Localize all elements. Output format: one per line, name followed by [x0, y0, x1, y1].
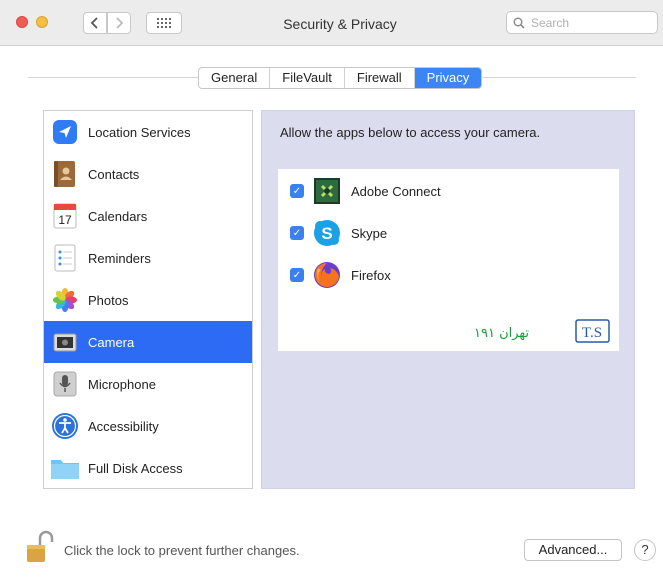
minimize-window-button[interactable]	[36, 16, 48, 28]
calendar-icon: 17	[50, 201, 80, 231]
search-placeholder: Search	[531, 15, 570, 30]
app-row-skype: ✓ S Skype	[278, 213, 619, 253]
sidebar-item-full-disk-access[interactable]: Full Disk Access	[44, 447, 252, 489]
show-all-button[interactable]	[146, 12, 182, 34]
sidebar-item-label: Microphone	[88, 376, 156, 392]
privacy-category-list: Location Services Contacts 17 Calendars …	[43, 110, 253, 489]
back-button[interactable]	[83, 12, 107, 34]
sidebar-item-label: Reminders	[88, 250, 151, 266]
lock-open-icon	[27, 530, 54, 562]
watermark-logo: تهران ۱۹۱ T.S	[472, 318, 612, 344]
tab-privacy[interactable]: Privacy	[414, 68, 482, 88]
chevron-left-icon	[90, 17, 98, 29]
advanced-button[interactable]: Advanced...	[524, 539, 622, 561]
adobe-connect-checkbox[interactable]: ✓	[290, 184, 304, 198]
sidebar-item-label: Calendars	[88, 208, 148, 224]
tab-filevault[interactable]: FileVault	[270, 68, 345, 88]
svg-text:S: S	[321, 224, 332, 243]
sidebar-item-location-services[interactable]: Location Services	[44, 111, 252, 153]
sidebar-item-label: Camera	[88, 334, 135, 350]
lock-status-text: Click the lock to prevent further change…	[64, 543, 300, 558]
microphone-icon	[50, 369, 80, 399]
sidebar-item-label: Contacts	[88, 166, 140, 182]
tab-bar: General FileVault Firewall Privacy	[198, 67, 483, 89]
skype-checkbox[interactable]: ✓	[290, 226, 304, 240]
sidebar-item-label: Location Services	[88, 124, 191, 140]
tab-firewall[interactable]: Firewall	[345, 68, 415, 88]
lock-button[interactable]	[26, 530, 54, 564]
adobe-connect-icon	[312, 176, 342, 206]
window-titlebar: Security & Privacy Search	[0, 0, 663, 46]
app-label: Adobe Connect	[351, 183, 441, 199]
reminders-list-icon	[50, 243, 80, 273]
close-window-button[interactable]	[16, 16, 28, 28]
search-field[interactable]: Search	[506, 11, 658, 34]
sidebar-item-label: Accessibility	[88, 418, 159, 434]
app-label: Skype	[351, 225, 388, 241]
search-icon	[513, 17, 525, 29]
location-arrow-icon	[50, 117, 80, 147]
app-row-adobe-connect: ✓ Adobe Connect	[278, 171, 619, 211]
svg-text:17: 17	[58, 213, 72, 227]
app-row-firefox: ✓ Firefox	[278, 255, 619, 295]
sidebar-item-accessibility[interactable]: Accessibility	[44, 405, 252, 447]
svg-text:T.S: T.S	[582, 325, 602, 341]
camera-permissions-panel: Allow the apps below to access your came…	[261, 110, 635, 489]
svg-text:تهران ۱۹۱: تهران ۱۹۱	[474, 326, 529, 341]
contacts-book-icon	[50, 159, 80, 189]
sidebar-item-label: Full Disk Access	[88, 460, 183, 476]
app-label: Firefox	[351, 267, 391, 283]
help-button[interactable]: ?	[634, 539, 656, 561]
window-title: Security & Privacy	[283, 16, 397, 32]
sidebar-item-label: Photos	[88, 292, 129, 308]
tab-general[interactable]: General	[199, 68, 271, 88]
camera-icon	[50, 327, 80, 357]
photos-flower-icon	[50, 285, 80, 315]
accessibility-icon	[50, 411, 80, 441]
sidebar-item-microphone[interactable]: Microphone	[44, 363, 252, 405]
grid-icon	[157, 18, 171, 28]
chevron-right-icon	[116, 17, 124, 29]
sidebar-item-contacts[interactable]: Contacts	[44, 153, 252, 195]
sidebar-item-photos[interactable]: Photos	[44, 279, 252, 321]
firefox-checkbox[interactable]: ✓	[290, 268, 304, 282]
sidebar-item-camera[interactable]: Camera	[44, 321, 252, 363]
folder-icon	[50, 453, 80, 483]
firefox-icon	[312, 260, 342, 290]
forward-button[interactable]	[107, 12, 131, 34]
sidebar-item-calendars[interactable]: 17 Calendars	[44, 195, 252, 237]
sidebar-item-reminders[interactable]: Reminders	[44, 237, 252, 279]
panel-description: Allow the apps below to access your came…	[280, 125, 541, 140]
skype-icon: S	[312, 218, 342, 248]
